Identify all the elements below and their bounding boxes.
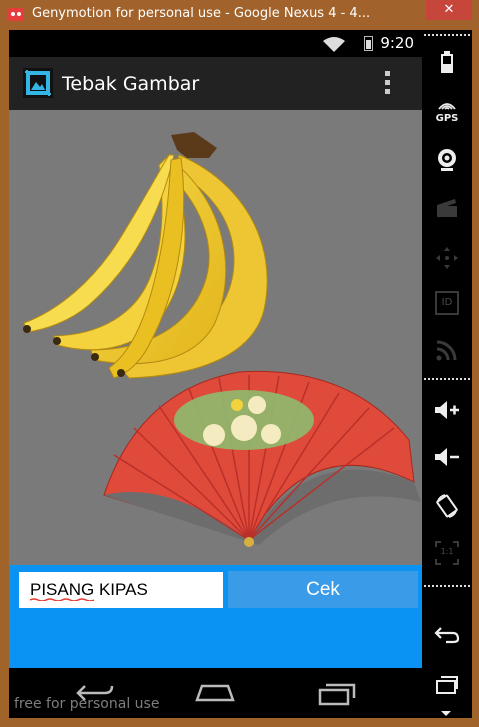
- device-id-widget-icon[interactable]: ID: [422, 283, 472, 323]
- window-frame-right: [472, 30, 479, 727]
- capture-widget-icon[interactable]: [422, 188, 472, 228]
- puzzle-image-area: [9, 110, 422, 565]
- banana-bunch-icon: [23, 132, 268, 379]
- folding-fan-icon: [103, 370, 421, 547]
- window-close-button[interactable]: ✕: [426, 0, 472, 20]
- spellcheck-underline: [30, 598, 94, 601]
- gps-label: GPS: [435, 112, 459, 124]
- toolbar-separator: [424, 585, 470, 587]
- volume-up-icon[interactable]: [422, 390, 472, 430]
- emulator-toolbar: GPS ID 1:1: [422, 30, 472, 718]
- pixel-perfect-icon[interactable]: 1:1: [422, 533, 472, 573]
- rotate-screen-icon[interactable]: [422, 486, 472, 526]
- nav-home-icon[interactable]: [194, 682, 236, 704]
- gps-widget-icon[interactable]: GPS: [422, 92, 472, 132]
- genymotion-logo-icon: [8, 8, 24, 21]
- wifi-icon: [323, 37, 345, 52]
- battery-status-icon: [364, 36, 373, 51]
- overflow-menu-icon[interactable]: [385, 71, 391, 95]
- camera-widget-icon[interactable]: [422, 140, 472, 180]
- scale-label: 1:1: [440, 547, 454, 556]
- watermark-text: free for personal use: [14, 696, 160, 712]
- volume-down-icon[interactable]: [422, 437, 472, 477]
- status-time: 9:20: [380, 34, 414, 52]
- window-frame-bottom: [0, 718, 479, 727]
- puzzle-image: [23, 132, 421, 547]
- answer-input[interactable]: [19, 572, 223, 608]
- toolbar-recent-apps-icon[interactable]: [422, 665, 472, 705]
- app-title: Tebak Gambar: [62, 73, 200, 95]
- android-status-bar: 9:20: [9, 30, 422, 57]
- check-button[interactable]: Cek: [228, 571, 418, 608]
- dpad-widget-icon[interactable]: [422, 238, 472, 278]
- android-navigation-bar: free for personal use: [9, 668, 422, 718]
- battery-widget-icon[interactable]: [422, 42, 472, 82]
- window-frame-left: [0, 30, 9, 727]
- app-action-bar: Tebak Gambar: [9, 57, 422, 110]
- app-logo-icon: [23, 68, 53, 98]
- window-titlebar: Genymotion for personal use - Google Nex…: [0, 0, 479, 30]
- nav-recent-apps-icon[interactable]: [317, 682, 357, 706]
- network-widget-icon[interactable]: [422, 330, 472, 370]
- id-label: ID: [435, 291, 459, 315]
- toolbar-back-icon[interactable]: [422, 615, 472, 655]
- toolbar-more-icon[interactable]: [441, 711, 451, 716]
- window-title: Genymotion for personal use - Google Nex…: [32, 6, 371, 21]
- answer-panel: Cek: [9, 565, 422, 668]
- toolbar-separator: [424, 378, 470, 380]
- toolbar-separator: [424, 34, 470, 36]
